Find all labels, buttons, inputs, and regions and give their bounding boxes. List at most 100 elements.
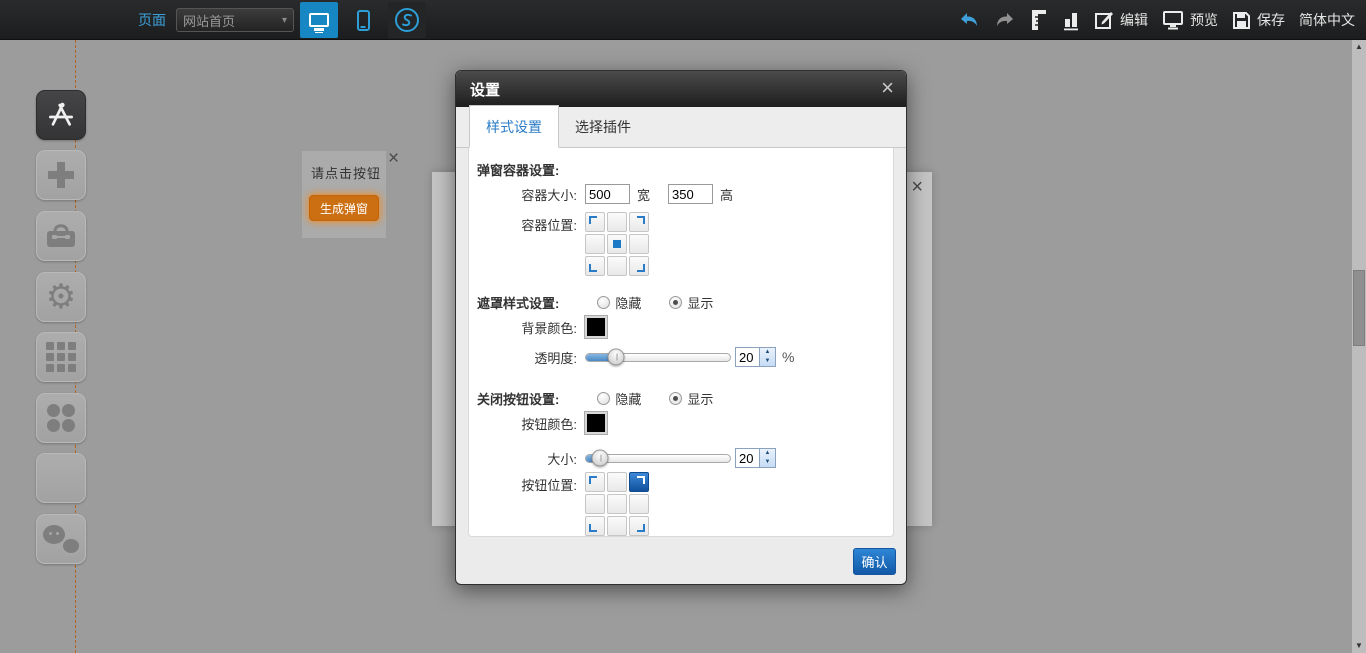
container-width-input[interactable] <box>585 184 630 204</box>
closebtn-pos-mid-right[interactable] <box>629 494 649 514</box>
tab-style-settings[interactable]: 样式设置 <box>469 105 559 148</box>
spinner-up-icon[interactable]: ▲ <box>760 348 775 357</box>
opacity-unit-label: % <box>782 349 794 365</box>
opacity-spinner: ▲ ▼ <box>759 348 775 366</box>
closebtn-pos-bottom-right[interactable] <box>629 516 649 536</box>
scrollbar-thumb[interactable] <box>1353 270 1365 346</box>
sidebar-item-wechat[interactable] <box>36 514 86 564</box>
mask-opacity-label: 透明度: <box>469 348 577 367</box>
radio-icon[interactable] <box>597 392 610 405</box>
container-position-grid <box>585 212 649 276</box>
sidebar-item-settings[interactable]: ⚙ <box>36 272 86 322</box>
widget-close-icon[interactable]: × <box>388 149 399 168</box>
page-select-dropdown[interactable]: 网站首页 ▾ <box>176 8 294 32</box>
spinner-up-icon[interactable]: ▲ <box>760 449 775 458</box>
popup-widget-box[interactable]: 请点击按钮 生成弹窗 × <box>302 151 386 238</box>
save-button[interactable]: 保存 <box>1232 10 1285 30</box>
close-button-section-heading: 关闭按钮设置: <box>477 389 559 408</box>
stats-button[interactable] <box>1062 9 1080 31</box>
ruler-icon <box>1030 9 1048 31</box>
container-pos-bottom-center[interactable] <box>607 256 627 276</box>
save-floppy-icon <box>1232 11 1251 30</box>
mask-section-heading: 遮罩样式设置: <box>477 293 559 312</box>
monitor-icon <box>309 13 329 27</box>
ruler-button[interactable] <box>1030 9 1048 31</box>
language-label: 简体中文 <box>1299 10 1355 30</box>
dialog-footer: 确认 <box>456 536 906 584</box>
generate-popup-button[interactable]: 生成弹窗 <box>309 195 379 221</box>
desktop-view-button[interactable] <box>300 2 338 38</box>
opacity-value[interactable]: 20 <box>736 348 759 366</box>
container-pos-center-selected[interactable] <box>607 234 627 254</box>
scroll-up-icon[interactable]: ▲ <box>1352 40 1366 54</box>
container-pos-top-right[interactable] <box>629 212 649 232</box>
closebtn-pos-top-center[interactable] <box>607 472 627 492</box>
tab-choose-plugin[interactable]: 选择插件 <box>559 106 647 147</box>
undo-button[interactable] <box>958 12 980 28</box>
confirm-button[interactable]: 确认 <box>853 548 896 575</box>
sidebar-item-widgets[interactable] <box>36 393 86 443</box>
mask-color-swatch[interactable] <box>585 316 607 338</box>
spinner-down-icon[interactable]: ▼ <box>760 357 775 366</box>
closebtn-color-label: 按钮颜色: <box>469 414 577 433</box>
mask-hide-label: 隐藏 <box>615 293 641 312</box>
container-pos-bottom-left[interactable] <box>585 256 605 276</box>
preview-button[interactable]: 预览 <box>1162 10 1218 30</box>
closebtn-pos-top-right-selected[interactable] <box>629 472 649 492</box>
closebtn-color-swatch[interactable] <box>585 412 607 434</box>
mask-hide-option[interactable]: 隐藏 <box>597 293 641 312</box>
closebtn-pos-top-left[interactable] <box>585 472 605 492</box>
radio-icon[interactable] <box>669 392 682 405</box>
closebtn-pos-bottom-center[interactable] <box>607 516 627 536</box>
edit-label: 编辑 <box>1120 10 1148 30</box>
mobile-view-button[interactable] <box>344 2 382 38</box>
container-pos-top-left[interactable] <box>585 212 605 232</box>
container-section-heading: 弹窗容器设置: <box>477 160 559 179</box>
container-pos-mid-left[interactable] <box>585 234 605 254</box>
closebtn-show-label: 显示 <box>687 389 713 408</box>
radio-icon[interactable] <box>597 296 610 309</box>
closebtn-hide-option[interactable]: 隐藏 <box>597 389 641 408</box>
dialog-close-icon[interactable]: × <box>881 75 894 101</box>
plus-icon <box>46 160 76 190</box>
sidebar-item-user[interactable] <box>36 453 86 503</box>
redo-icon <box>994 12 1016 28</box>
closebtn-pos-center[interactable] <box>607 494 627 514</box>
edit-button[interactable]: 编辑 <box>1094 10 1148 30</box>
mask-show-option[interactable]: 显示 <box>669 293 713 312</box>
grid-icon <box>46 342 76 372</box>
scroll-down-icon[interactable]: ▼ <box>1352 639 1366 653</box>
container-pos-bottom-right[interactable] <box>629 256 649 276</box>
gear-icon: ⚙ <box>46 280 76 314</box>
sidebar-item-toolbox[interactable] <box>36 211 86 261</box>
sidebar-item-modules[interactable] <box>36 332 86 382</box>
closebtn-show-option[interactable]: 显示 <box>669 389 713 408</box>
dialog-header[interactable]: 设置 × <box>456 71 906 107</box>
closebtn-size-spinner: ▲ ▼ <box>759 449 775 467</box>
closebtn-size-value[interactable]: 20 <box>736 449 759 467</box>
radio-icon[interactable] <box>669 296 682 309</box>
preview-label: 预览 <box>1190 10 1218 30</box>
page-label: 页面 <box>138 10 166 30</box>
sidebar-item-add[interactable] <box>36 150 86 200</box>
closebtn-pos-mid-left[interactable] <box>585 494 605 514</box>
opacity-slider[interactable] <box>585 353 731 362</box>
widget-hint-text: 请点击按钮 <box>302 151 386 182</box>
share-link-button[interactable] <box>388 2 426 38</box>
closebtn-size-slider[interactable] <box>585 454 731 463</box>
closebtn-pos-bottom-left[interactable] <box>585 516 605 536</box>
opacity-slider-handle[interactable] <box>608 349 625 366</box>
dialog-title: 设置 <box>456 79 500 100</box>
spinner-down-icon[interactable]: ▼ <box>760 458 775 467</box>
container-pos-mid-right[interactable] <box>629 234 649 254</box>
language-switch[interactable]: 简体中文 <box>1299 10 1355 30</box>
closebtn-size-slider-handle[interactable] <box>592 450 609 467</box>
popup-preview-close-icon[interactable]: × <box>911 177 923 197</box>
redo-button[interactable] <box>994 12 1016 28</box>
container-height-input[interactable] <box>668 184 713 204</box>
container-pos-top-center[interactable] <box>607 212 627 232</box>
closebtn-size-label: 大小: <box>469 449 577 468</box>
page-scrollbar[interactable]: ▲ ▼ <box>1352 40 1366 653</box>
closebtn-position-grid <box>585 472 649 536</box>
sidebar-item-design[interactable] <box>36 90 86 140</box>
